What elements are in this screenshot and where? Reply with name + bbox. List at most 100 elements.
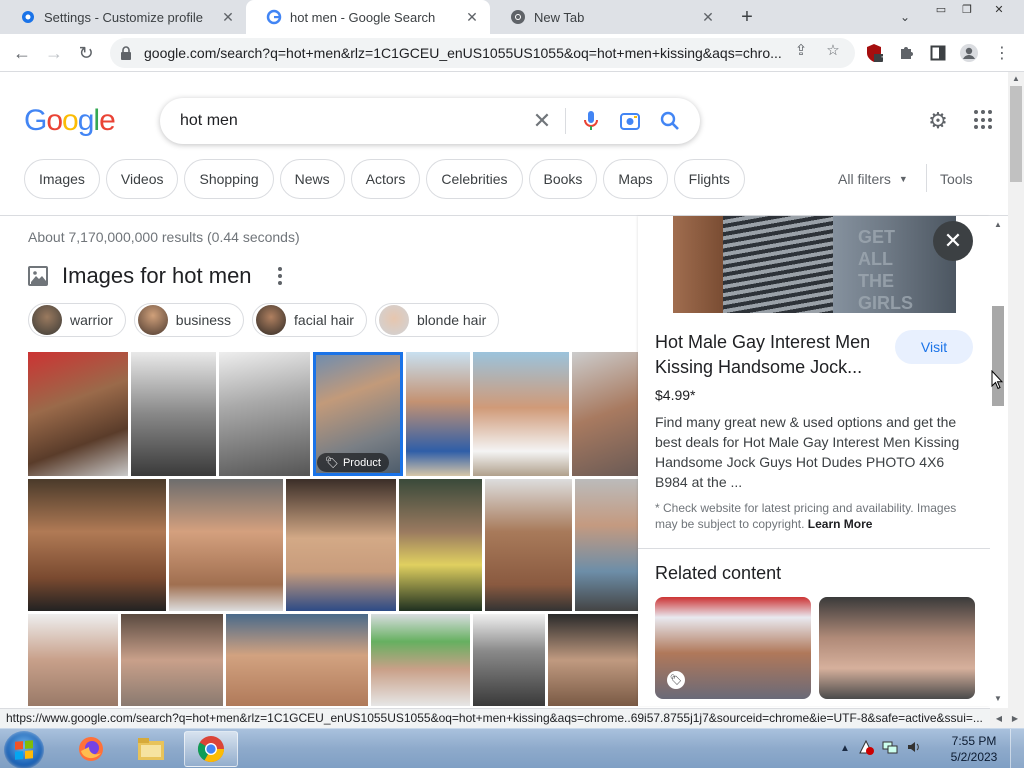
reload-button[interactable]: ↻ — [74, 41, 98, 65]
image-result[interactable] — [226, 614, 368, 706]
image-result[interactable] — [473, 614, 545, 706]
refine-chip-warrior[interactable]: warrior — [28, 303, 126, 337]
close-tab-icon[interactable]: ✕ — [700, 9, 716, 25]
action-center-icon[interactable] — [858, 739, 874, 758]
visit-button[interactable]: Visit — [895, 330, 973, 364]
image-result[interactable] — [473, 352, 569, 476]
image-result[interactable] — [219, 352, 310, 476]
puzzle-icon[interactable] — [896, 43, 916, 63]
image-result[interactable] — [485, 479, 572, 611]
extension-shield-icon[interactable]: 7 — [864, 43, 886, 65]
camera-lens-icon[interactable] — [619, 110, 641, 132]
image-result[interactable] — [28, 352, 128, 476]
chip-images[interactable]: Images — [24, 159, 100, 199]
chip-maps[interactable]: Maps — [603, 159, 668, 199]
file-explorer-taskbar-icon[interactable] — [124, 731, 178, 767]
address-bar[interactable]: google.com/search?q=hot+men&rlz=1C1GCEU_… — [110, 38, 855, 68]
images-heading[interactable]: Images for hot men — [62, 263, 252, 289]
scroll-up-arrow[interactable]: ▲ — [990, 218, 1006, 230]
image-result-selected[interactable]: 🏷 Product — [313, 352, 403, 476]
tab-search[interactable]: hot men - Google Search ✕ — [246, 0, 490, 34]
image-result[interactable] — [28, 479, 166, 611]
share-icon[interactable]: ⇪ — [792, 41, 810, 59]
results-count: About 7,170,000,000 results (0.44 second… — [28, 229, 300, 245]
product-badge-label: Product — [342, 456, 381, 469]
tools-button[interactable]: Tools — [940, 171, 973, 187]
image-result[interactable] — [371, 614, 470, 706]
start-button[interactable] — [4, 731, 44, 768]
menu-dots-icon[interactable]: ⋮ — [992, 43, 1012, 63]
chip-actors[interactable]: Actors — [350, 159, 421, 199]
scrollbar-thumb[interactable] — [992, 306, 1004, 406]
lock-icon — [120, 46, 134, 60]
close-tab-icon[interactable]: ✕ — [220, 9, 236, 25]
chip-books[interactable]: Books — [528, 159, 598, 199]
more-options-icon[interactable] — [272, 266, 288, 286]
chip-videos[interactable]: Videos — [105, 159, 179, 199]
new-tab-button[interactable]: + — [736, 6, 758, 28]
caret-down-icon: ▼ — [898, 174, 908, 184]
refine-chip-blonde-hair[interactable]: blonde hair — [374, 303, 500, 337]
chip-shopping[interactable]: Shopping — [184, 159, 274, 199]
close-panel-button[interactable]: ✕ — [933, 221, 973, 261]
firefox-taskbar-icon[interactable] — [64, 731, 118, 767]
panel-scrollbar[interactable]: ▲ ▼ — [990, 216, 1006, 706]
refine-chip-facial-hair[interactable]: facial hair — [252, 303, 367, 337]
forward-button[interactable]: → — [42, 41, 66, 65]
scroll-left-arrow[interactable]: ◀ — [991, 712, 1007, 724]
chrome-taskbar-icon[interactable] — [184, 731, 238, 767]
preview-title[interactable]: Hot Male Gay Interest Men Kissing Handso… — [655, 330, 885, 380]
page-scrollbar[interactable]: ▲ — [1008, 72, 1024, 708]
refine-chip-business[interactable]: business — [133, 303, 245, 337]
search-icon[interactable] — [659, 110, 681, 132]
image-result[interactable] — [121, 614, 223, 706]
image-result[interactable] — [572, 352, 638, 476]
horizontal-scrollbar[interactable]: ◀ ▶ — [990, 708, 1024, 728]
image-result[interactable] — [131, 352, 216, 476]
scrollbar-thumb[interactable] — [1010, 86, 1022, 182]
related-image[interactable] — [819, 597, 975, 699]
image-result[interactable] — [399, 479, 482, 611]
scroll-up-arrow[interactable]: ▲ — [1008, 72, 1024, 84]
tab-newtab[interactable]: New Tab ✕ — [490, 0, 726, 34]
all-filters-button[interactable]: All filters ▼ — [838, 171, 908, 187]
learn-more-link[interactable]: Learn More — [808, 517, 873, 531]
network-icon[interactable] — [882, 739, 898, 758]
tag-icon: 🏷 — [667, 671, 685, 689]
volume-icon[interactable] — [906, 739, 922, 758]
windows-logo-icon — [15, 740, 33, 760]
image-result[interactable] — [169, 479, 283, 611]
tray-expand-icon[interactable]: ▲ — [840, 743, 850, 754]
microphone-icon[interactable] — [580, 110, 602, 132]
chip-news[interactable]: News — [279, 159, 345, 199]
scroll-down-arrow[interactable]: ▼ — [990, 692, 1006, 704]
image-result[interactable] — [28, 614, 118, 706]
star-icon[interactable]: ☆ — [824, 41, 842, 59]
apps-grid-icon[interactable] — [974, 110, 994, 130]
image-result[interactable] — [548, 614, 638, 706]
google-logo[interactable]: Google — [24, 104, 116, 138]
related-image[interactable]: 🏷 — [655, 597, 811, 699]
image-result[interactable] — [575, 479, 638, 611]
taskbar-clock[interactable]: 7:55 PM 5/2/2023 — [942, 733, 1006, 765]
show-desktop-button[interactable] — [1010, 729, 1024, 768]
chip-celebrities[interactable]: Celebrities — [426, 159, 523, 199]
image-result[interactable] — [286, 479, 396, 611]
preview-image-skin — [673, 216, 723, 313]
tab-settings[interactable]: Settings - Customize profile ✕ — [0, 0, 246, 34]
back-button[interactable]: ← — [10, 41, 34, 65]
close-window-button[interactable]: ✕ — [984, 0, 1014, 18]
images-section-header: Images for hot men — [28, 263, 288, 289]
close-tab-icon[interactable]: ✕ — [464, 9, 480, 25]
clear-search-icon[interactable]: ✕ — [531, 108, 553, 133]
profile-avatar-icon[interactable] — [959, 43, 979, 63]
scroll-right-arrow[interactable]: ▶ — [1007, 712, 1023, 724]
side-panel-icon[interactable] — [928, 43, 948, 63]
chevron-down-icon[interactable]: ⌄ — [896, 8, 914, 26]
minimize-button[interactable]: ▭ — [928, 0, 954, 18]
image-result[interactable] — [406, 352, 470, 476]
preview-image[interactable]: GET ALL THE GIRLS — [673, 216, 956, 313]
chip-flights[interactable]: Flights — [673, 159, 745, 199]
gear-icon[interactable]: ⚙ — [926, 108, 950, 133]
restore-button[interactable]: ❐ — [954, 0, 980, 18]
